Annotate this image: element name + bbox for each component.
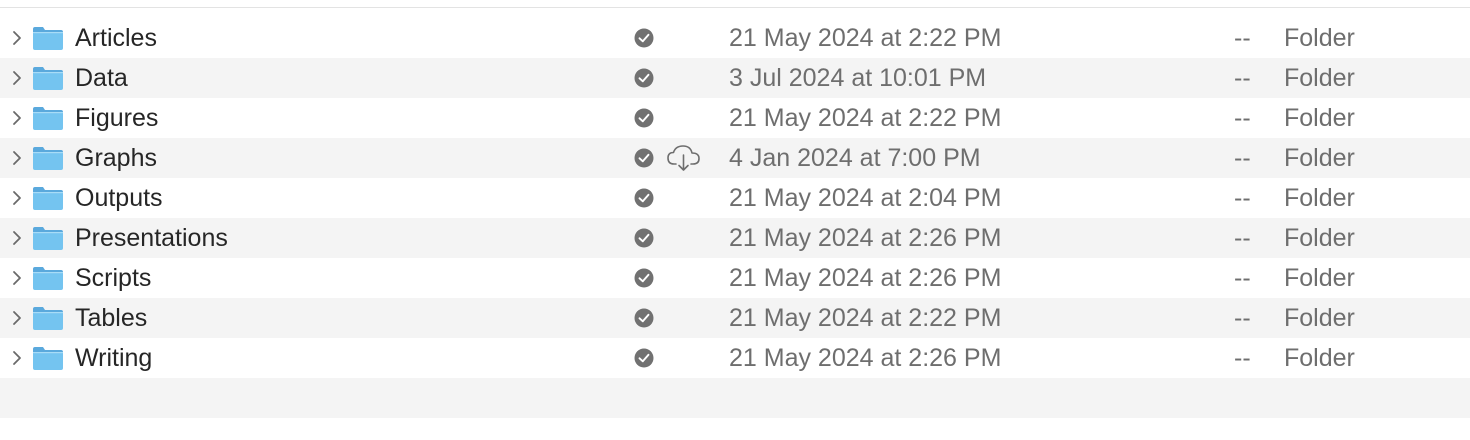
file-kind: Folder — [1284, 104, 1355, 132]
table-row[interactable]: Presentations 21 May 2024 at 2:26 PM -- … — [0, 218, 1470, 258]
chevron-right-icon[interactable] — [10, 110, 24, 126]
file-size: -- — [1234, 344, 1251, 372]
file-size: -- — [1234, 104, 1251, 132]
date-modified: 3 Jul 2024 at 10:01 PM — [729, 64, 987, 92]
synced-status-icon — [634, 108, 654, 128]
empty-row — [0, 378, 1470, 418]
date-modified: 21 May 2024 at 2:26 PM — [729, 344, 1002, 372]
chevron-right-icon[interactable] — [10, 310, 24, 326]
file-kind: Folder — [1284, 24, 1355, 52]
synced-status-icon — [634, 28, 654, 48]
folder-icon — [33, 107, 63, 130]
folder-icon — [33, 27, 63, 50]
table-row[interactable]: Graphs 4 Jan 2024 at 7:00 PM -- Folder — [0, 138, 1470, 178]
chevron-right-icon[interactable] — [10, 270, 24, 286]
synced-status-icon — [634, 268, 654, 288]
file-name: Data — [75, 64, 128, 92]
file-name: Writing — [75, 344, 153, 372]
cloud-download-icon[interactable] — [666, 143, 702, 173]
synced-status-icon — [634, 228, 654, 248]
chevron-right-icon[interactable] — [10, 70, 24, 86]
synced-status-icon — [634, 188, 654, 208]
chevron-right-icon[interactable] — [10, 190, 24, 206]
file-kind: Folder — [1284, 224, 1355, 252]
file-kind: Folder — [1284, 264, 1355, 292]
file-name: Tables — [75, 304, 148, 332]
chevron-right-icon[interactable] — [10, 350, 24, 366]
table-row[interactable]: Tables 21 May 2024 at 2:22 PM -- Folder — [0, 298, 1470, 338]
date-modified: 21 May 2024 at 2:04 PM — [729, 184, 1002, 212]
chevron-right-icon[interactable] — [10, 30, 24, 46]
file-size: -- — [1234, 24, 1251, 52]
file-name: Graphs — [75, 144, 157, 172]
file-size: -- — [1234, 144, 1251, 172]
file-name: Outputs — [75, 184, 163, 212]
file-name: Articles — [75, 24, 157, 52]
file-size: -- — [1234, 224, 1251, 252]
date-modified: 4 Jan 2024 at 7:00 PM — [729, 144, 981, 172]
table-row[interactable]: Writing 21 May 2024 at 2:26 PM -- Folder — [0, 338, 1470, 378]
file-kind: Folder — [1284, 184, 1355, 212]
date-modified: 21 May 2024 at 2:26 PM — [729, 224, 1002, 252]
folder-icon — [33, 67, 63, 90]
file-size: -- — [1234, 264, 1251, 292]
file-name: Figures — [75, 104, 159, 132]
file-kind: Folder — [1284, 344, 1355, 372]
file-name: Scripts — [75, 264, 152, 292]
folder-icon — [33, 187, 63, 210]
file-kind: Folder — [1284, 304, 1355, 332]
date-modified: 21 May 2024 at 2:22 PM — [729, 24, 1002, 52]
file-name: Presentations — [75, 224, 228, 252]
folder-icon — [33, 307, 63, 330]
synced-status-icon — [634, 68, 654, 88]
folder-icon — [33, 347, 63, 370]
date-modified: 21 May 2024 at 2:22 PM — [729, 104, 1002, 132]
file-kind: Folder — [1284, 64, 1355, 92]
date-modified: 21 May 2024 at 2:22 PM — [729, 304, 1002, 332]
table-row[interactable]: Outputs 21 May 2024 at 2:04 PM -- Folder — [0, 178, 1470, 218]
chevron-right-icon[interactable] — [10, 150, 24, 166]
folder-icon — [33, 267, 63, 290]
synced-status-icon — [634, 308, 654, 328]
folder-icon — [33, 227, 63, 250]
file-size: -- — [1234, 184, 1251, 212]
list-top-divider — [0, 7, 1470, 8]
file-kind: Folder — [1284, 144, 1355, 172]
file-list: Articles 21 May 2024 at 2:22 PM -- Folde… — [0, 18, 1470, 418]
chevron-right-icon[interactable] — [10, 230, 24, 246]
file-size: -- — [1234, 304, 1251, 332]
folder-icon — [33, 147, 63, 170]
table-row[interactable]: Scripts 21 May 2024 at 2:26 PM -- Folder — [0, 258, 1470, 298]
synced-status-icon — [634, 348, 654, 368]
synced-status-icon — [634, 148, 654, 168]
table-row[interactable]: Data 3 Jul 2024 at 10:01 PM -- Folder — [0, 58, 1470, 98]
table-row[interactable]: Figures 21 May 2024 at 2:22 PM -- Folder — [0, 98, 1470, 138]
file-size: -- — [1234, 64, 1251, 92]
table-row[interactable]: Articles 21 May 2024 at 2:22 PM -- Folde… — [0, 18, 1470, 58]
date-modified: 21 May 2024 at 2:26 PM — [729, 264, 1002, 292]
